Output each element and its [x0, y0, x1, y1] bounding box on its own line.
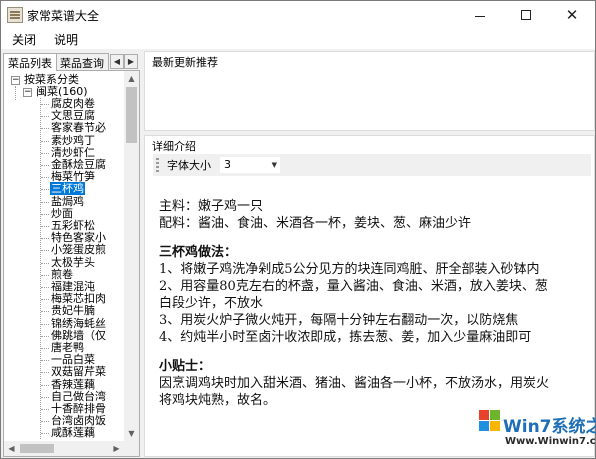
- main-ingredient: 主料：嫩子鸡一只: [159, 199, 264, 214]
- watermark-brand-suffix: 系统之家: [551, 417, 596, 437]
- tree-content: − 按菜系分类 − 闽菜(160) 腐皮肉卷 文思豆腐 客家春节必 素炒鸡丁 清炒虾仁金…: [5, 73, 123, 439]
- scrollbar-corner: [124, 441, 139, 456]
- watermark-brand-prefix: Win7: [503, 417, 552, 437]
- horizontal-scroll-thumb[interactable]: [20, 444, 54, 453]
- left-panel: 菜品列表 菜品查询 ◀ ▶ − 按菜系分类 − 闽菜(160) 腐皮肉卷 文思豆…: [3, 53, 140, 457]
- tips-title: 小贴士：: [159, 359, 212, 374]
- tree-line: [40, 98, 41, 439]
- tree-line: [41, 287, 49, 288]
- tree-line: [41, 275, 49, 276]
- scroll-down-icon[interactable]: ▼: [124, 426, 139, 441]
- step-line: 3、用炭火炉子微火炖开，每隔十分钟左右翻动一次，以防烧焦: [159, 313, 519, 328]
- tree-item[interactable]: 三杯鸡: [50, 182, 85, 195]
- tab-dish-list[interactable]: 菜品列表: [3, 53, 57, 71]
- tree-line: [41, 336, 49, 337]
- recent-updates-group: 最新更新推荐: [144, 51, 595, 131]
- tree-line: [41, 165, 49, 166]
- detail-title: 详细介绍: [152, 140, 196, 153]
- tree-line: [41, 202, 49, 203]
- tree-line: [41, 348, 49, 349]
- tree-item[interactable]: 小笼蛋皮煎: [50, 244, 107, 256]
- tree-line: [41, 214, 49, 215]
- vertical-scroll-thumb[interactable]: [126, 87, 137, 143]
- tree-horizontal-scrollbar[interactable]: ◀ ▶: [4, 441, 124, 456]
- step-line: 4、约炖半小时至卤汁收浓即成，拣去葱、姜，加入少量麻油即可: [159, 330, 532, 345]
- tab-scroll-left-icon[interactable]: ◀: [110, 54, 124, 69]
- menu-bar: 关闭 说明: [1, 29, 595, 49]
- font-size-value: 3: [224, 158, 231, 171]
- method-title: 三杯鸡做法：: [159, 245, 238, 260]
- menu-item-help[interactable]: 说明: [47, 31, 85, 48]
- tree-line: [41, 311, 49, 312]
- chevron-down-icon: ▼: [271, 161, 277, 169]
- scroll-up-icon[interactable]: ▲: [124, 71, 139, 86]
- tree-line: [41, 153, 49, 154]
- app-window: 家常菜谱大全 ✕ 关闭 说明 菜品列表 菜品查询 ◀ ▶ − 按菜系分类 − 闽…: [0, 0, 596, 459]
- watermark-brand: Win7系统之家: [503, 412, 596, 437]
- tree-line: [41, 177, 49, 178]
- tree-line: [41, 263, 49, 264]
- minimize-button[interactable]: [457, 1, 503, 29]
- font-size-dropdown[interactable]: 3 ▼: [219, 156, 281, 174]
- tree-line: [41, 299, 49, 300]
- step-line: 2、用容量80克左右的杯盏，量入酱油、食油、米酒，放入姜块、葱: [159, 279, 548, 294]
- collapse-category-icon[interactable]: −: [23, 88, 32, 97]
- tree-line: [41, 238, 49, 239]
- step-line: 1、将嫩子鸡洗净剁成5公分见方的块连同鸡脏、肝全部装入砂钵内: [159, 262, 540, 277]
- right-panel: 最新更新推荐 详细介绍 字体大小 3 ▼ 主料：嫩子鸡一只 配料：酱油、食油、米…: [144, 51, 595, 457]
- tab-scroll-right-icon[interactable]: ▶: [124, 54, 138, 69]
- dish-tree-view: − 按菜系分类 − 闽菜(160) 腐皮肉卷 文思豆腐 客家春节必 素炒鸡丁 清炒虾仁金…: [3, 70, 140, 457]
- site-watermark: Win7系统之家 Www.Winwin7.com: [471, 406, 596, 456]
- toolbar-grip-icon[interactable]: [156, 158, 159, 172]
- tree-line: [41, 372, 49, 373]
- tips-line: 因烹调鸡块时加入甜米酒、猪油、酱油各一小杯，不放汤水，用炭火: [159, 376, 550, 391]
- close-icon: ✕: [565, 5, 579, 24]
- tree-line: [15, 86, 16, 100]
- tree-line: [41, 141, 49, 142]
- tab-scroll-buttons: ◀ ▶: [110, 54, 138, 69]
- tree-line: [41, 226, 49, 227]
- minimize-icon: [475, 15, 485, 17]
- tree-line: [41, 421, 49, 422]
- seasoning: 配料：酱油、食油、米酒各一杯，姜块、葱、麻油少许: [159, 216, 472, 231]
- watermark-url: Www.Winwin7.com: [505, 436, 596, 447]
- detail-toolbar: 字体大小 3 ▼: [153, 154, 591, 176]
- tree-line: [41, 409, 49, 410]
- window-title: 家常菜谱大全: [27, 9, 100, 23]
- maximize-icon: [521, 10, 531, 20]
- close-button[interactable]: ✕: [549, 1, 595, 29]
- tree-line: [41, 324, 49, 325]
- collapse-root-icon[interactable]: −: [11, 76, 20, 85]
- tree-line: [41, 189, 49, 190]
- tree-line: [41, 104, 49, 105]
- menu-item-close[interactable]: 关闭: [5, 31, 43, 48]
- recent-updates-title: 最新更新推荐: [152, 56, 218, 69]
- scroll-left-icon[interactable]: ◀: [4, 441, 19, 456]
- font-size-label: 字体大小: [167, 159, 211, 172]
- tree-vertical-scrollbar[interactable]: ▲ ▼: [124, 71, 139, 441]
- tree-line: [41, 250, 49, 251]
- tree-item[interactable]: 贵妃牛腩: [50, 305, 96, 317]
- tree-line: [41, 360, 49, 361]
- tree-line: [41, 433, 49, 434]
- tree-line: [41, 385, 49, 386]
- title-bar: 家常菜谱大全 ✕: [1, 1, 595, 29]
- windows-logo-icon: [479, 410, 501, 432]
- tree-line: [41, 128, 49, 129]
- tree-item[interactable]: 客家春节必: [50, 122, 107, 134]
- step-line: 白段少许，不放水: [159, 296, 264, 311]
- scroll-right-icon[interactable]: ▶: [109, 441, 124, 456]
- tab-strip: 菜品列表 菜品查询 ◀ ▶: [3, 53, 140, 71]
- tree-line: [41, 116, 49, 117]
- tree-item[interactable]: 咸酥莲藕: [50, 427, 96, 439]
- maximize-button[interactable]: [503, 1, 549, 29]
- app-icon: [7, 7, 23, 23]
- tree-line: [41, 397, 49, 398]
- tree-item[interactable]: 双菇留芹菜: [50, 366, 107, 378]
- tab-dish-search[interactable]: 菜品查询: [55, 53, 109, 70]
